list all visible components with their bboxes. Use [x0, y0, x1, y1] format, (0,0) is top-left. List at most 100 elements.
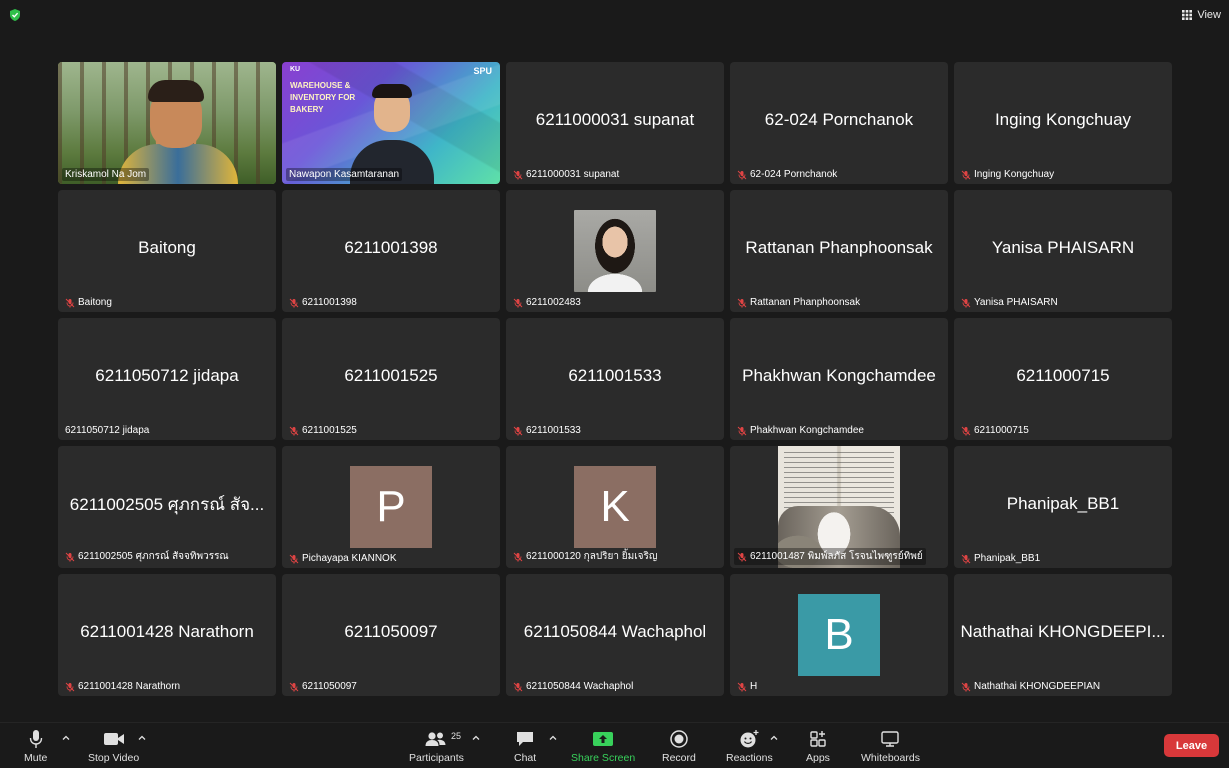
participant-name-label: 6211000120 กุลปริยา ยิ้มเจริญ	[510, 548, 660, 565]
participant-name: Phanipak_BB1	[974, 553, 1041, 564]
participant-name-label: 6211050097	[286, 680, 360, 693]
participants-icon	[425, 732, 446, 746]
participant-name-label: 6211001533	[510, 424, 584, 437]
participant-display-name: 6211002505 ศุภกรณ์ สัจ...	[69, 494, 265, 514]
participant-tile[interactable]: 6211000031 supanat 6211000031 supanat	[506, 62, 724, 184]
participant-tile[interactable]: 6211000715 6211000715	[954, 318, 1172, 440]
participant-name-label: 6211001428 Narathorn	[62, 680, 183, 693]
participant-tile[interactable]: 6211001487 พิมพ์ลภัส โรจนไพฑูรย์ทิพย์	[730, 446, 948, 568]
mute-label: Mute	[24, 752, 48, 764]
muted-microphone-icon	[289, 682, 299, 692]
view-button[interactable]: View	[1182, 6, 1221, 24]
participant-name-label: Inging Kongchuay	[958, 168, 1057, 181]
participant-name: 6211000715	[974, 425, 1029, 436]
whiteboards-button[interactable]: Whiteboards	[861, 729, 920, 764]
participant-name: Phakhwan Kongchamdee	[750, 425, 864, 436]
participant-name: 6211001533	[526, 425, 581, 436]
stop-video-label: Stop Video	[88, 752, 140, 764]
participant-display-name: Phanipak_BB1	[1006, 494, 1120, 513]
participant-tile[interactable]: Inging Kongchuay Inging Kongchuay	[954, 62, 1172, 184]
participant-tile[interactable]: 6211002483	[506, 190, 724, 312]
participant-display-name: 6211001525	[344, 366, 438, 385]
chat-label: Chat	[514, 752, 537, 764]
share-screen-button[interactable]: Share Screen	[571, 729, 635, 764]
participant-name-label: Kriskamol Na Jom	[62, 168, 150, 181]
muted-microphone-icon	[513, 170, 523, 180]
participant-name: Kriskamol Na Jom	[65, 169, 147, 180]
whiteboard-icon	[881, 731, 900, 747]
muted-microphone-icon	[513, 682, 523, 692]
muted-microphone-icon	[737, 426, 747, 436]
record-icon	[670, 730, 688, 748]
muted-microphone-icon	[513, 552, 523, 562]
participant-name: 6211002483	[526, 297, 581, 308]
apps-button[interactable]: Apps	[806, 729, 830, 764]
leave-button[interactable]: Leave	[1164, 734, 1219, 757]
participant-name-label: Pichayapa KIANNOK	[286, 552, 400, 565]
participant-tile[interactable]: 6211050712 jidapa 6211050712 jidapa	[58, 318, 276, 440]
participant-tile[interactable]: P Pichayapa KIANNOK	[282, 446, 500, 568]
participant-tile[interactable]: Kriskamol Na Jom	[58, 62, 276, 184]
participant-name-label: Nathathai KHONGDEEPIAN	[958, 680, 1103, 693]
participant-name-label: Phakhwan Kongchamdee	[734, 424, 867, 437]
participant-name: 6211050844 Wachaphol	[526, 681, 634, 692]
participant-tile[interactable]: KU SPU WAREHOUSE & INVENTORY FOR BAKERY Naw…	[282, 62, 500, 184]
mute-options-chevron-up-icon[interactable]	[62, 734, 70, 742]
muted-microphone-icon	[65, 682, 75, 692]
chat-button[interactable]: Chat	[514, 729, 536, 764]
participant-tile[interactable]: Phanipak_BB1 Phanipak_BB1	[954, 446, 1172, 568]
participant-name: Rattanan Phanphoonsak	[750, 297, 861, 308]
participant-tile[interactable]: 6211001525 6211001525	[282, 318, 500, 440]
participant-tile[interactable]: K 6211000120 กุลปริยา ยิ้มเจริญ	[506, 446, 724, 568]
participants-count: 25	[451, 731, 462, 741]
participant-name-label: Baitong	[62, 296, 115, 309]
muted-microphone-icon	[65, 552, 75, 562]
reactions-button[interactable]: Reactions	[726, 729, 773, 764]
participant-tile[interactable]: Rattanan Phanphoonsak Rattanan Phanphoons…	[730, 190, 948, 312]
share-screen-arrow-icon	[593, 732, 614, 746]
participant-name-label: Yanisa PHAISARN	[958, 296, 1061, 309]
muted-microphone-icon	[513, 298, 523, 308]
participants-options-chevron-up-icon[interactable]	[472, 734, 480, 742]
participant-tile[interactable]: 6211002505 ศุภกรณ์ สัจ... 6211002505 ศุภก…	[58, 446, 276, 568]
participant-name: 6211001428 Narathorn	[78, 681, 181, 692]
muted-microphone-icon	[737, 170, 747, 180]
participants-label: Participants	[409, 752, 464, 764]
participant-display-name: Yanisa PHAISARN	[991, 238, 1135, 257]
chat-options-chevron-up-icon[interactable]	[549, 734, 557, 742]
view-label: View	[1197, 9, 1221, 21]
participant-tile[interactable]: 6211050844 Wachaphol 6211050844 Wachaphol	[506, 574, 724, 696]
participant-display-name: 6211050097	[344, 622, 438, 641]
participant-tile[interactable]: Nathathai KHONGDEEPI... Nathathai KHONGDE…	[954, 574, 1172, 696]
stop-video-button[interactable]: Stop Video	[88, 729, 139, 764]
participant-name-label: 6211001525	[286, 424, 360, 437]
mute-button[interactable]: Mute	[24, 729, 47, 764]
security-shield-icon[interactable]	[8, 8, 22, 22]
participant-tile[interactable]: 6211001533 6211001533	[506, 318, 724, 440]
whiteboards-label: Whiteboards	[861, 752, 920, 764]
participant-tile[interactable]: 6211001428 Narathorn 6211001428 Narathorn	[58, 574, 276, 696]
participant-tile[interactable]: 62-024 Pornchanok 62-024 Pornchanok	[730, 62, 948, 184]
video-options-chevron-up-icon[interactable]	[138, 734, 146, 742]
participant-tile[interactable]: 6211001398 6211001398	[282, 190, 500, 312]
muted-microphone-icon	[289, 426, 299, 436]
muted-microphone-icon	[737, 682, 747, 692]
record-button[interactable]: Record	[662, 729, 696, 764]
reactions-label: Reactions	[726, 752, 773, 764]
participant-name: Nawapon Kasamtaranan	[289, 169, 400, 180]
participant-display-name: Nathathai KHONGDEEPI...	[960, 622, 1166, 641]
participant-tile[interactable]: BH	[730, 574, 948, 696]
participant-name-label: Phanipak_BB1	[958, 552, 1043, 565]
muted-microphone-icon	[961, 170, 971, 180]
reactions-options-chevron-up-icon[interactable]	[770, 734, 778, 742]
avatar: P	[350, 466, 432, 548]
participant-name: 6211050712 jidapa	[65, 425, 150, 436]
meeting-toolbar: Mute Stop Video Participants 25 Chat Sha…	[0, 722, 1229, 768]
participant-tile[interactable]: 6211050097 6211050097	[282, 574, 500, 696]
participant-tile[interactable]: Baitong Baitong	[58, 190, 276, 312]
participant-name: 6211050097	[302, 681, 357, 692]
participant-name: 6211000120 กุลปริยา ยิ้มเจริญ	[526, 551, 658, 562]
participant-tile[interactable]: Yanisa PHAISARN Yanisa PHAISARN	[954, 190, 1172, 312]
participant-tile[interactable]: Phakhwan Kongchamdee Phakhwan Kongchamdee	[730, 318, 948, 440]
participant-display-name: 6211000715	[1016, 366, 1110, 385]
